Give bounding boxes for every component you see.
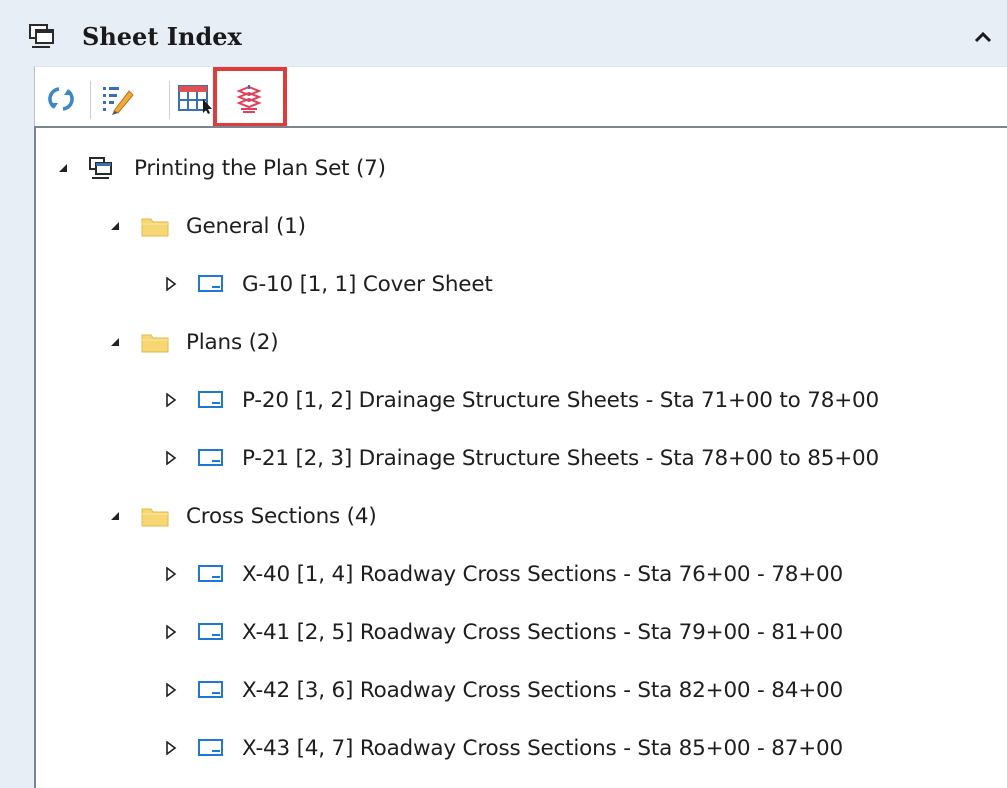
- tree-folder-general[interactable]: General (1): [104, 206, 306, 246]
- tree-sheet-item[interactable]: G-10 [1, 1] Cover Sheet: [160, 264, 493, 304]
- collapse-arrow-icon[interactable]: [104, 215, 126, 237]
- collapse-arrow-icon[interactable]: [104, 331, 126, 353]
- tree-sheet-item[interactable]: X-42 [3, 6] Roadway Cross Sections - Sta…: [160, 670, 843, 710]
- expand-arrow-icon[interactable]: [160, 563, 182, 585]
- chevron-up-icon: [974, 31, 992, 43]
- sheet-index-icon: [88, 155, 118, 181]
- tree-sheet-item[interactable]: P-20 [1, 2] Drainage Structure Sheets - …: [160, 380, 879, 420]
- folder-label: Cross Sections (4): [186, 503, 377, 529]
- edit-list-icon: [103, 87, 134, 115]
- sheet-label: G-10 [1, 1] Cover Sheet: [242, 271, 493, 297]
- tree-sheet-item[interactable]: X-41 [2, 5] Roadway Cross Sections - Sta…: [160, 612, 843, 652]
- sheet-icon: [196, 271, 226, 297]
- expand-arrow-icon[interactable]: [160, 273, 182, 295]
- expand-arrow-icon[interactable]: [160, 447, 182, 469]
- sheet-label: X-41 [2, 5] Roadway Cross Sections - Sta…: [242, 619, 843, 645]
- folder-label: Plans (2): [186, 329, 279, 355]
- edit-properties-button[interactable]: [97, 79, 137, 119]
- sheet-label: P-20 [1, 2] Drainage Structure Sheets - …: [242, 387, 879, 413]
- panel-header: Sheet Index: [0, 8, 1007, 66]
- folder-icon: [140, 213, 170, 239]
- sheet-index-panel: Sheet Index Printing the Plan Set (7) Ge…: [0, 0, 1007, 788]
- sheet-icon: [196, 561, 226, 587]
- sheet-label: X-42 [3, 6] Roadway Cross Sections - Sta…: [242, 677, 843, 703]
- toolbar-separator: [90, 81, 91, 119]
- toolbar: [34, 66, 1007, 127]
- folder-icon: [140, 503, 170, 529]
- sheet-index-icon: [28, 22, 60, 50]
- expand-arrow-icon[interactable]: [160, 389, 182, 411]
- tree-sheet-item[interactable]: X-40 [1, 4] Roadway Cross Sections - Sta…: [160, 554, 843, 594]
- tree-sheet-item[interactable]: X-43 [4, 7] Roadway Cross Sections - Sta…: [160, 728, 843, 768]
- expand-arrow-icon[interactable]: [160, 737, 182, 759]
- sheet-icon: [196, 677, 226, 703]
- sheet-label: X-43 [4, 7] Roadway Cross Sections - Sta…: [242, 735, 843, 761]
- folder-label: General (1): [186, 213, 306, 239]
- sheet-icon: [196, 735, 226, 761]
- expand-arrow-icon[interactable]: [160, 679, 182, 701]
- highlight-box: [213, 67, 287, 127]
- tree-sheet-item[interactable]: P-21 [2, 3] Drainage Structure Sheets - …: [160, 438, 879, 478]
- sheet-icon: [196, 445, 226, 471]
- collapse-arrow-icon[interactable]: [104, 505, 126, 527]
- tree-folder-cross-sections[interactable]: Cross Sections (4): [104, 496, 377, 536]
- tree-root-label: Printing the Plan Set (7): [134, 155, 386, 181]
- toolbar-separator: [169, 81, 170, 119]
- refresh-button[interactable]: [41, 79, 81, 119]
- tree-root-node[interactable]: Printing the Plan Set (7): [52, 148, 386, 188]
- collapse-button[interactable]: [968, 22, 998, 52]
- sheet-label: P-21 [2, 3] Drainage Structure Sheets - …: [242, 445, 879, 471]
- sheet-tree: Printing the Plan Set (7) General (1) G-…: [34, 126, 1007, 788]
- folder-icon: [140, 329, 170, 355]
- sheet-icon: [196, 387, 226, 413]
- sheet-icon: [196, 619, 226, 645]
- table-view-button[interactable]: [175, 79, 215, 119]
- table-icon: [178, 85, 212, 114]
- expand-arrow-icon[interactable]: [160, 621, 182, 643]
- panel-title: Sheet Index: [82, 22, 242, 51]
- refresh-icon: [48, 87, 74, 111]
- sheet-label: X-40 [1, 4] Roadway Cross Sections - Sta…: [242, 561, 843, 587]
- tree-folder-plans[interactable]: Plans (2): [104, 322, 279, 362]
- collapse-arrow-icon[interactable]: [52, 157, 74, 179]
